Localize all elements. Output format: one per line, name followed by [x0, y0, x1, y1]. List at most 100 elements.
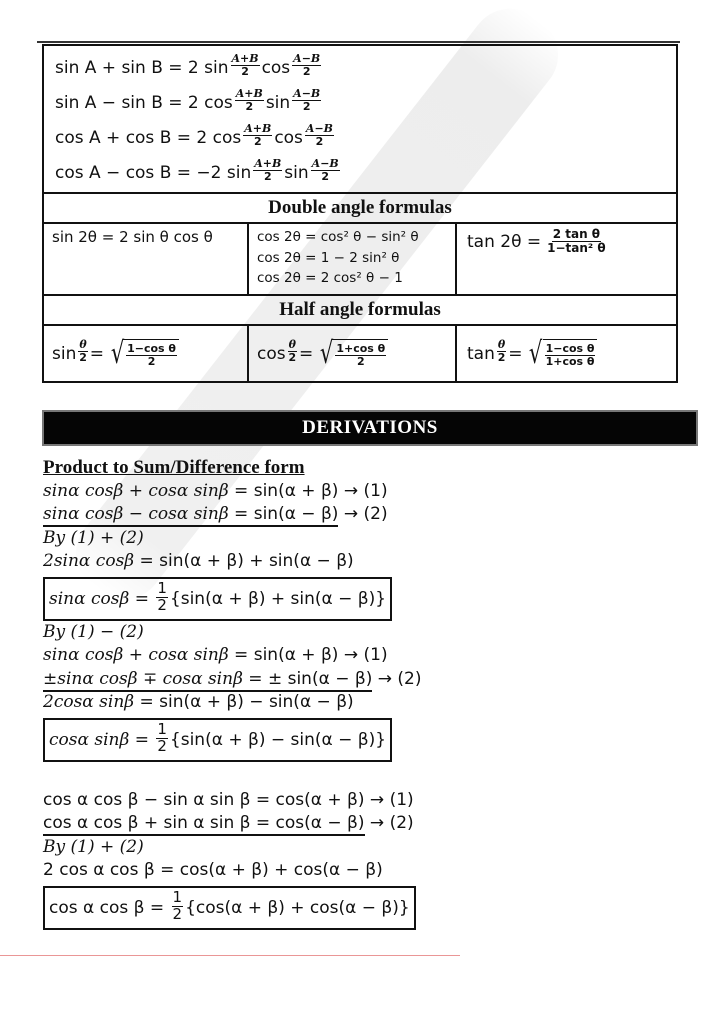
formula-table: sin A + sin B = 2 sin A+B 2 cos A−B 2 sin …	[42, 44, 678, 383]
equation-line: sinα cosβ − cosα sinβ = sin(α − β) → (2)	[43, 503, 683, 527]
equation-line: ±sinα cosβ ∓ cosα sinβ = ± sin(α − β) → …	[43, 668, 683, 692]
sum-formula-row: sin A − sin B = 2 cos A+B 2 sin A−B 2	[55, 85, 676, 120]
double-angle-cos-cell: cos 2θ = cos² θ − sin² θ cos 2θ = 1 − 2 …	[249, 224, 457, 294]
formula-lhs: cos A − cos B = −2 sin	[55, 162, 252, 183]
denominator: 2	[241, 65, 249, 78]
equation-text: cos α cos β − sin α sin β = cos(α + β)	[43, 789, 365, 810]
step-label: By (1) + (2)	[43, 836, 144, 857]
cos-double-angle-formula: cos 2θ = 2 cos² θ − 1	[257, 270, 403, 286]
trig-function: cos	[261, 57, 291, 78]
numerator: 2 tan θ	[551, 227, 602, 242]
step-label: By (1) − (2)	[43, 621, 144, 642]
sin-double-angle-formula: sin 2θ = 2 sin θ cos θ	[52, 228, 213, 246]
equals-sign: =	[508, 343, 523, 364]
equation-lhs: 2sinα cosβ	[43, 551, 135, 571]
equation-rhs: {sin(α + β) + sin(α − β)}	[169, 588, 387, 609]
denominator: 2	[245, 100, 254, 113]
sum-formula-row: cos A − cos B = −2 sin A+B 2 sin A−B 2	[55, 155, 676, 190]
equation-lhs: sinα cosβ − cosα sinβ	[43, 504, 229, 524]
section-heading: Product to Sum/Difference form	[43, 457, 305, 478]
trig-function: sin	[265, 92, 291, 113]
fraction: 2 tan θ 1−tan² θ	[547, 228, 605, 254]
formula-lhs: sin A − sin B = 2 cos	[55, 92, 233, 113]
half-angle-cos-cell: cos θ2 = √ 1+cos θ2	[249, 326, 457, 381]
boxed-result: sinα cosβ = 1 2 {sin(α + β) + sin(α − β)}	[43, 574, 683, 621]
numerator: 1−cos θ	[126, 341, 177, 356]
radical-icon: √	[110, 335, 125, 371]
fraction: A+B 2	[253, 158, 283, 182]
equation-rhs: {cos(α + β) + cos(α − β)}	[185, 897, 410, 918]
equation-lhs: cosα sinβ =	[49, 729, 155, 750]
derivations-title: DERIVATIONS	[302, 417, 438, 438]
denominator: 2	[147, 354, 156, 368]
top-rule	[37, 41, 680, 43]
sum-formula-row: cos A + cos B = 2 cos A+B 2 cos A−B 2	[55, 120, 676, 155]
denominator: 2	[497, 351, 506, 364]
denominator: 2	[321, 170, 330, 183]
fraction: 12	[171, 889, 184, 923]
equation-line: 2cosα sinβ = sin(α + β) − sin(α − β)	[43, 691, 683, 715]
denominator: 2	[356, 354, 365, 368]
scan-artifact-line	[0, 955, 460, 956]
denominator: 2	[302, 65, 311, 78]
trig-function: sin	[284, 162, 309, 183]
equation-lhs: sinα cosβ + cosα sinβ	[43, 480, 229, 501]
fraction: A−B 2	[292, 88, 322, 113]
radical-icon: √	[529, 335, 543, 371]
document-page: sin A + sin B = 2 sin A+B 2 cos A−B 2 sin …	[0, 0, 720, 1018]
equation-lhs: cos α cos β =	[49, 897, 170, 918]
square-root: √ 1+cos θ2	[317, 335, 389, 371]
equation-line: 2 cos α cos β = cos(α + β) + cos(α − β)	[43, 860, 383, 880]
half-angle-row: sin θ2 = √ 1−cos θ2 cos θ2 = √ 1+cos θ2 ta…	[44, 324, 676, 381]
half-angle-header: Half angle formulas	[44, 294, 676, 324]
denominator: 1−tan² θ	[547, 240, 606, 255]
equation-lhs: sinα cosβ + cosα sinβ	[43, 645, 229, 665]
denominator: 2	[315, 135, 324, 148]
double-angle-tan-cell: tan 2θ = 2 tan θ 1−tan² θ	[457, 224, 676, 294]
denominator: 2	[288, 351, 297, 364]
square-root: √ 1−cos θ 1+cos θ	[526, 335, 598, 371]
fraction: 1−cos θ2	[126, 343, 177, 367]
trig-function: cos	[257, 343, 286, 364]
equation-tag: → (2)	[372, 668, 422, 689]
fraction: A−B 2	[292, 53, 322, 78]
double-angle-header: Double angle formulas	[44, 192, 676, 222]
double-angle-sin-cell: sin 2θ = 2 sin θ cos θ	[44, 224, 249, 294]
radical-icon: √	[320, 335, 334, 371]
fraction: 12	[156, 721, 168, 755]
fraction: A+B 2	[243, 123, 273, 147]
half-angle-tan-cell: tan θ2 = √ 1−cos θ 1+cos θ	[457, 326, 676, 381]
step-label: By (1) + (2)	[43, 527, 144, 548]
equation-rhs: = sin(α + β)	[228, 645, 339, 665]
equals-sign: =	[89, 343, 104, 364]
equation-lhs: ±sinα cosβ ∓ cosα sinβ	[43, 668, 243, 689]
equation-rhs: = ± sin(α − β)	[242, 668, 373, 689]
denominator: 1+cos θ	[545, 354, 595, 368]
double-angle-row: sin 2θ = 2 sin θ cos θ cos 2θ = cos² θ −…	[44, 222, 676, 294]
fraction: 1+cos θ2	[335, 341, 387, 368]
tan-double-angle-lhs: tan 2θ =	[467, 232, 542, 252]
equation-tag: → (1)	[338, 480, 388, 501]
equation-lhs: 2cosα sinβ	[43, 692, 135, 712]
denominator: 2	[302, 100, 311, 113]
fraction: A−B 2	[304, 123, 334, 148]
equation-line: sinα cosβ + cosα sinβ = sin(α + β) → (1)	[43, 480, 683, 504]
denominator: 2	[172, 905, 183, 923]
equation-tag: → (1)	[364, 789, 414, 810]
cos-double-angle-formula: cos 2θ = 1 − 2 sin² θ	[257, 249, 400, 266]
equation-rhs: = sin(α − β)	[228, 504, 339, 524]
equation-line: cos α cos β − sin α sin β = cos(α + β) →…	[43, 789, 683, 813]
equation-line: cos α cos β + sin α sin β = cos(α − β) →…	[43, 812, 683, 836]
fraction: θ2	[496, 339, 507, 364]
fraction: 1−cos θ 1+cos θ	[544, 343, 596, 368]
equation-lhs: sinα cosβ =	[49, 588, 155, 609]
numerator: 1+cos θ	[335, 341, 387, 356]
denominator: 2	[157, 596, 167, 614]
fraction: θ2	[287, 339, 297, 364]
equation-tag: → (2)	[338, 504, 388, 524]
cos-double-angle-formula: cos 2θ = cos² θ − sin² θ	[257, 229, 419, 245]
square-root: √ 1−cos θ2	[108, 335, 179, 371]
derivations-banner: DERIVATIONS	[42, 410, 698, 446]
fraction: A+B 2	[234, 88, 264, 113]
